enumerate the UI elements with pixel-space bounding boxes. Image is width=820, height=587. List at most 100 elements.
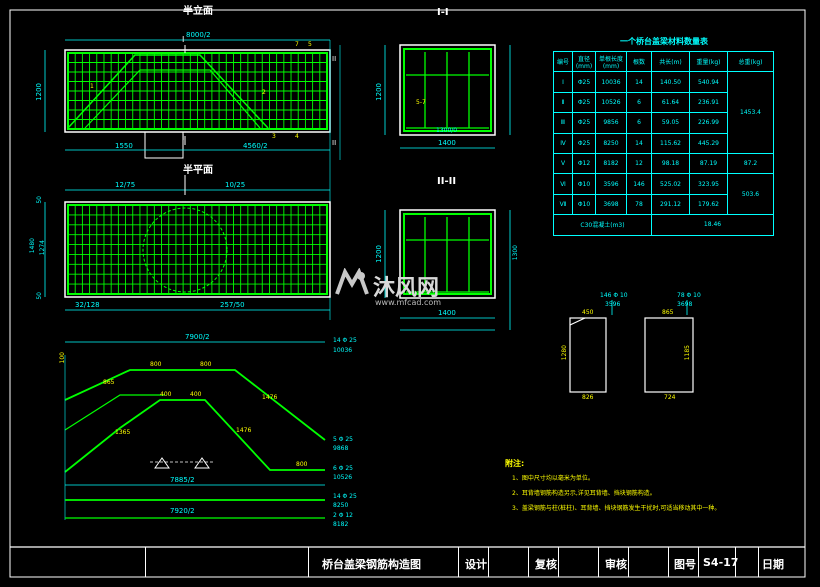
table-cell: 14 xyxy=(626,132,652,154)
bar1-mark: 14 Φ 25 xyxy=(333,337,357,344)
title-divider xyxy=(145,547,146,577)
table-cell: 540.94 xyxy=(689,71,728,93)
bar-label: 3 xyxy=(272,133,276,140)
table-cell: 10526 xyxy=(595,91,627,114)
plan-view xyxy=(44,175,331,311)
title-divider xyxy=(698,547,699,577)
concrete-value: 18.46 xyxy=(651,214,774,236)
table-cell: 236.91 xyxy=(689,91,728,114)
date-label: 日期 xyxy=(762,558,784,571)
bar-label: 7 xyxy=(295,41,299,48)
table-cell: Ⅶ xyxy=(553,193,573,216)
table-cell: Ⅳ xyxy=(553,132,573,154)
watermark: 沐风网 www.mfcad.com xyxy=(335,267,441,307)
drawing-no-label: 图号 xyxy=(674,558,696,571)
table-cell: 8250 xyxy=(595,132,627,154)
bar1-seg: 865 xyxy=(103,379,115,386)
table-cell: 179.62 xyxy=(689,193,728,216)
table-cell: Ⅰ xyxy=(553,71,573,93)
front-bottom-left-dim: 1550 xyxy=(115,142,133,150)
table-cell: 6 xyxy=(626,91,652,114)
table-cell: Ⅲ xyxy=(553,112,573,134)
section-mark-bottom: I xyxy=(182,133,185,142)
stirrup2-side: 1185 xyxy=(684,345,691,361)
title-divider xyxy=(558,547,559,577)
section-1-inner-width: 1300/0 xyxy=(436,127,458,134)
bar2-seg: 400 xyxy=(160,391,172,398)
table-cell: 226.99 xyxy=(689,112,728,134)
section-1-title: I-I xyxy=(437,7,449,18)
title-divider xyxy=(458,547,459,577)
table-row: C30混凝土(m3) 18.46 xyxy=(553,214,774,236)
title-divider xyxy=(528,547,529,577)
table-header: 总重(kg) xyxy=(727,50,774,73)
bar4-length: 8250 xyxy=(333,502,349,509)
bar5-mark: 2 Φ 12 xyxy=(333,512,353,519)
table-cell: Φ25 xyxy=(572,91,596,114)
plan-top-left-dim: 12/75 xyxy=(115,181,136,189)
note-item: 3、盖梁钢筋与柱(桩柱)、耳背墙、挡块钢筋发生干扰时,可适当移动其中一种。 xyxy=(512,505,721,512)
stirrup1-side: 1280 xyxy=(561,345,568,361)
section-mark-top: I xyxy=(182,35,185,44)
table-row: Ⅵ Φ10 3596 146 525.02 323.95 503.6 xyxy=(553,173,774,216)
plan-left-dim: 50 xyxy=(36,196,43,204)
title-divider xyxy=(668,547,669,577)
plan-left-dim: 1480 xyxy=(29,238,36,254)
table-total: 1453.4 xyxy=(727,71,774,154)
bar5-length: 8182 xyxy=(333,521,349,528)
bar-shapes xyxy=(64,341,326,520)
bars-top-total: 7900/2 xyxy=(185,333,210,341)
table-header-row: 编号 直径(mm) 单根长度(mm) 根数 共长(m) 重量(kg) 总重(kg… xyxy=(553,50,774,73)
note-item: 1、图中尺寸均以毫米为单位。 xyxy=(512,475,594,482)
table-header: 编号 xyxy=(553,50,573,73)
table-cell: 3698 xyxy=(595,193,627,216)
bars-bottom-dim2: 7920/2 xyxy=(170,507,195,515)
watermark-url: www.mfcad.com xyxy=(375,298,442,307)
table-cell: 445.29 xyxy=(689,132,728,154)
table-cell: 10036 xyxy=(595,71,627,93)
front-left-height: 1200 xyxy=(35,83,43,101)
table-cell: 9856 xyxy=(595,112,627,134)
review-label: 复核 xyxy=(535,558,557,571)
design-label: 设计 xyxy=(465,558,487,571)
table-cell: 140.50 xyxy=(651,71,690,93)
stirrup2-top: 865 xyxy=(662,309,674,316)
concrete-label: C30混凝土(m3) xyxy=(553,214,652,236)
bar2-seg: 1365 xyxy=(115,429,131,436)
table-cell: 8182 xyxy=(595,152,627,175)
bar2-mark: 5 Φ 25 xyxy=(333,436,353,443)
title-divider xyxy=(758,547,759,577)
table-header: 根数 xyxy=(626,50,652,73)
table-header: 共长(m) xyxy=(651,50,690,73)
table-cell: 78 xyxy=(626,193,652,216)
section-1-width: 1400 xyxy=(438,139,456,147)
section-mark-right-bottom: II xyxy=(332,139,337,147)
table-cell: Φ25 xyxy=(572,71,596,93)
table-total: 87.2 xyxy=(727,152,774,175)
table-cell: 87.19 xyxy=(689,152,728,175)
table-cell: 115.62 xyxy=(651,132,690,154)
stirrup2-bottom: 724 xyxy=(664,394,676,401)
bar2-seg: 1476 xyxy=(236,427,252,434)
table-cell: 98.18 xyxy=(651,152,690,175)
bar2-length: 9868 xyxy=(333,445,349,452)
bar-label: 1 xyxy=(90,83,94,90)
plan-bottom-right-dim: 257/50 xyxy=(220,301,245,309)
material-table: 编号 直径(mm) 单根长度(mm) 根数 共长(m) 重量(kg) 总重(kg… xyxy=(553,50,774,236)
table-header: 单根长度(mm) xyxy=(595,50,627,73)
table-cell: Φ25 xyxy=(572,132,596,154)
table-cell: Φ25 xyxy=(572,112,596,134)
bar3-length: 10526 xyxy=(333,474,353,481)
table-row: Ⅴ Φ12 8182 12 98.18 87.19 87.2 xyxy=(553,152,774,175)
stirrup1-bottom: 826 xyxy=(582,394,594,401)
stirrup1-top: 450 xyxy=(582,309,594,316)
table-cell: Ⅱ xyxy=(553,91,573,114)
table-cell: 12 xyxy=(626,152,652,175)
bar-label: 2 xyxy=(262,89,266,96)
stirrup1-length: 3596 xyxy=(605,301,621,308)
table-cell: 14 xyxy=(626,71,652,93)
bar2-seg: 800 xyxy=(296,461,308,468)
section-2-title: II-II xyxy=(437,176,457,187)
watermark-logo-icon xyxy=(335,267,369,295)
table-cell: 291.12 xyxy=(651,193,690,216)
